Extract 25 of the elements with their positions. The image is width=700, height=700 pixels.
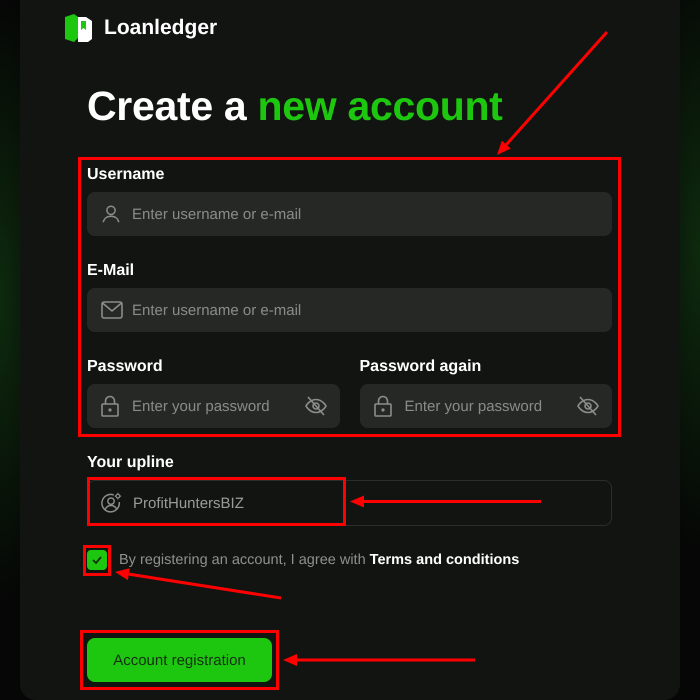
- input-field[interactable]: Enter username or e-mail: [87, 288, 612, 332]
- mail-icon: [100, 299, 124, 321]
- brand-name: Loanledger: [104, 16, 218, 40]
- lock-icon: [100, 395, 120, 417]
- page-title: Create a new account: [87, 84, 504, 128]
- register-button[interactable]: Account registration: [87, 638, 272, 682]
- field-label: Password: [87, 358, 164, 376]
- input-field[interactable]: Enter username or e-mail: [87, 192, 612, 236]
- eye-off-icon[interactable]: [304, 395, 328, 417]
- consent-text: By registering an account, I agree with Terms and conditions: [119, 552, 520, 568]
- lock-icon: [372, 395, 392, 417]
- input-field[interactable]: Enter your password: [87, 384, 340, 428]
- input-field[interactable]: ProfitHuntersBIZ: [87, 480, 612, 526]
- field-label: E-Mail: [87, 262, 136, 280]
- field-label: Password again: [360, 358, 482, 376]
- field-label: Username: [87, 166, 166, 184]
- terms-link[interactable]: Terms and conditions: [370, 552, 520, 568]
- check-icon: [92, 556, 102, 564]
- user-gear-icon: [100, 492, 122, 514]
- input-field[interactable]: Enter your password: [360, 384, 612, 428]
- eye-off-icon[interactable]: [576, 395, 600, 417]
- agree-checkbox[interactable]: [87, 550, 107, 570]
- field-label: Your upline: [87, 454, 175, 472]
- user-icon: [100, 203, 122, 225]
- logo-icon: [64, 14, 94, 42]
